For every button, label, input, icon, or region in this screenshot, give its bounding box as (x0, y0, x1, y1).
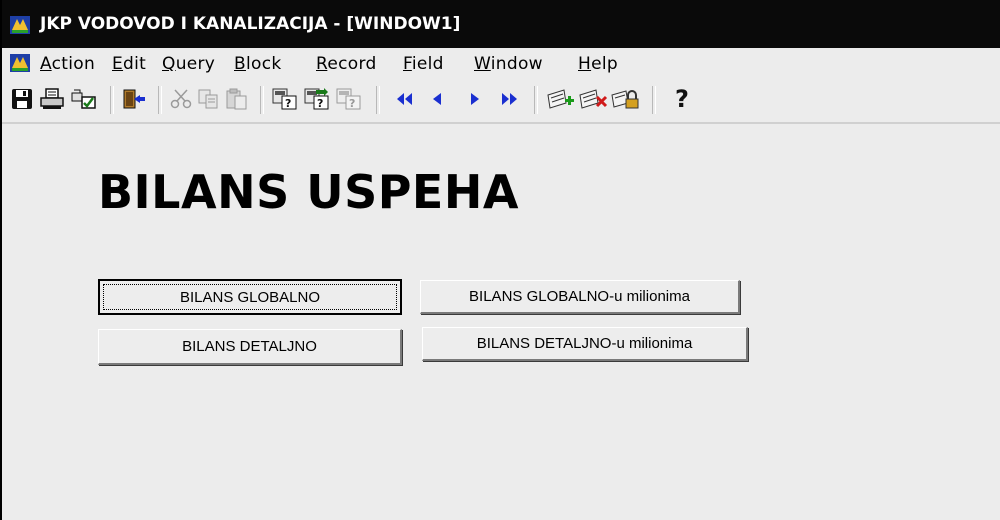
menu-record-accel: R (316, 54, 328, 74)
menu-record[interactable]: Record (316, 54, 377, 74)
last-record-icon[interactable] (496, 84, 522, 114)
toolbar-separator (376, 86, 380, 114)
menu-query-text: uery (175, 54, 216, 74)
next-record-icon[interactable] (464, 84, 486, 114)
print-icon[interactable] (38, 84, 66, 114)
menu-edit[interactable]: Edit (112, 54, 146, 74)
exit-icon[interactable] (120, 84, 148, 114)
toolbar-separator (158, 86, 162, 114)
svg-text:?: ? (317, 97, 323, 110)
menu-window[interactable]: Window (474, 54, 543, 74)
delete-record-icon[interactable] (578, 84, 608, 114)
menu-field-accel: F (403, 54, 412, 74)
menu-action-accel: A (40, 54, 52, 74)
app-icon (10, 16, 30, 34)
insert-record-icon[interactable] (546, 84, 576, 114)
menu-query[interactable]: Query (162, 54, 215, 74)
toolbar-separator (110, 86, 114, 114)
window-title: JKP VODOVOD I KANALIZACIJA - [WINDOW1] (40, 14, 461, 34)
toolbar-separator (652, 86, 656, 114)
print-setup-icon[interactable] (70, 84, 98, 114)
bilans-detaljno-button[interactable]: BILANS DETALJNO (98, 329, 402, 365)
lock-record-icon[interactable] (610, 84, 640, 114)
menu-query-accel: Q (162, 54, 176, 74)
bilans-detaljno-label: BILANS DETALJNO (182, 338, 317, 355)
menu-help[interactable]: Help (578, 54, 618, 74)
menu-bar: Action Edit Query Block Record Field Win… (2, 48, 1000, 80)
toolbar-divider (2, 122, 1000, 124)
menu-help-text: elp (591, 54, 618, 74)
page-title: BILANS USPEHA (98, 165, 519, 219)
menu-block-text: lock (245, 54, 282, 74)
enter-query-icon[interactable]: ? (270, 84, 300, 114)
menu-block[interactable]: Block (234, 54, 281, 74)
menu-action-text: ction (51, 54, 96, 74)
bilans-detaljno-milioni-label: BILANS DETALJNO-u milionima (476, 335, 693, 352)
svg-text:?: ? (285, 97, 291, 110)
app-window: JKP VODOVOD I KANALIZACIJA - [WINDOW1] A… (0, 0, 1000, 520)
cancel-query-icon[interactable]: ? (334, 84, 364, 114)
cut-icon[interactable] (168, 84, 194, 114)
save-icon[interactable] (10, 84, 34, 114)
help-icon[interactable]: ? (670, 84, 694, 114)
menu-edit-accel: E (112, 54, 124, 74)
menu-edit-text: dit (123, 54, 147, 74)
bilans-globalno-milioni-button[interactable]: BILANS GLOBALNO-u milionima (420, 280, 740, 314)
paste-icon[interactable] (224, 84, 250, 114)
toolbar-separator (260, 86, 264, 114)
title-bar[interactable]: JKP VODOVOD I KANALIZACIJA - [WINDOW1] (2, 0, 1000, 48)
menu-help-accel: H (578, 54, 592, 74)
menu-field-text: ield (411, 54, 444, 74)
bilans-globalno-label: BILANS GLOBALNO (179, 288, 321, 306)
bilans-detaljno-milioni-button[interactable]: BILANS DETALJNO-u milionima (422, 327, 748, 361)
svg-text:?: ? (349, 97, 355, 110)
menu-window-text: indow (490, 54, 543, 74)
menu-action[interactable]: Action (40, 54, 95, 74)
menu-field[interactable]: Field (403, 54, 444, 74)
execute-query-icon[interactable]: ? (302, 84, 332, 114)
menu-block-accel: B (234, 54, 246, 74)
menu-window-accel: W (474, 54, 491, 74)
toolbar-separator (534, 86, 538, 114)
toolbar: ? ? ? ? (2, 80, 1000, 120)
window-menu-icon[interactable] (10, 54, 30, 72)
bilans-globalno-milioni-label: BILANS GLOBALNO-u milionima (469, 288, 690, 305)
menu-record-text: ecord (327, 54, 377, 74)
first-record-icon[interactable] (392, 84, 418, 114)
previous-record-icon[interactable] (426, 84, 448, 114)
bilans-globalno-button[interactable]: BILANS GLOBALNO (98, 279, 402, 315)
copy-icon[interactable] (196, 84, 222, 114)
